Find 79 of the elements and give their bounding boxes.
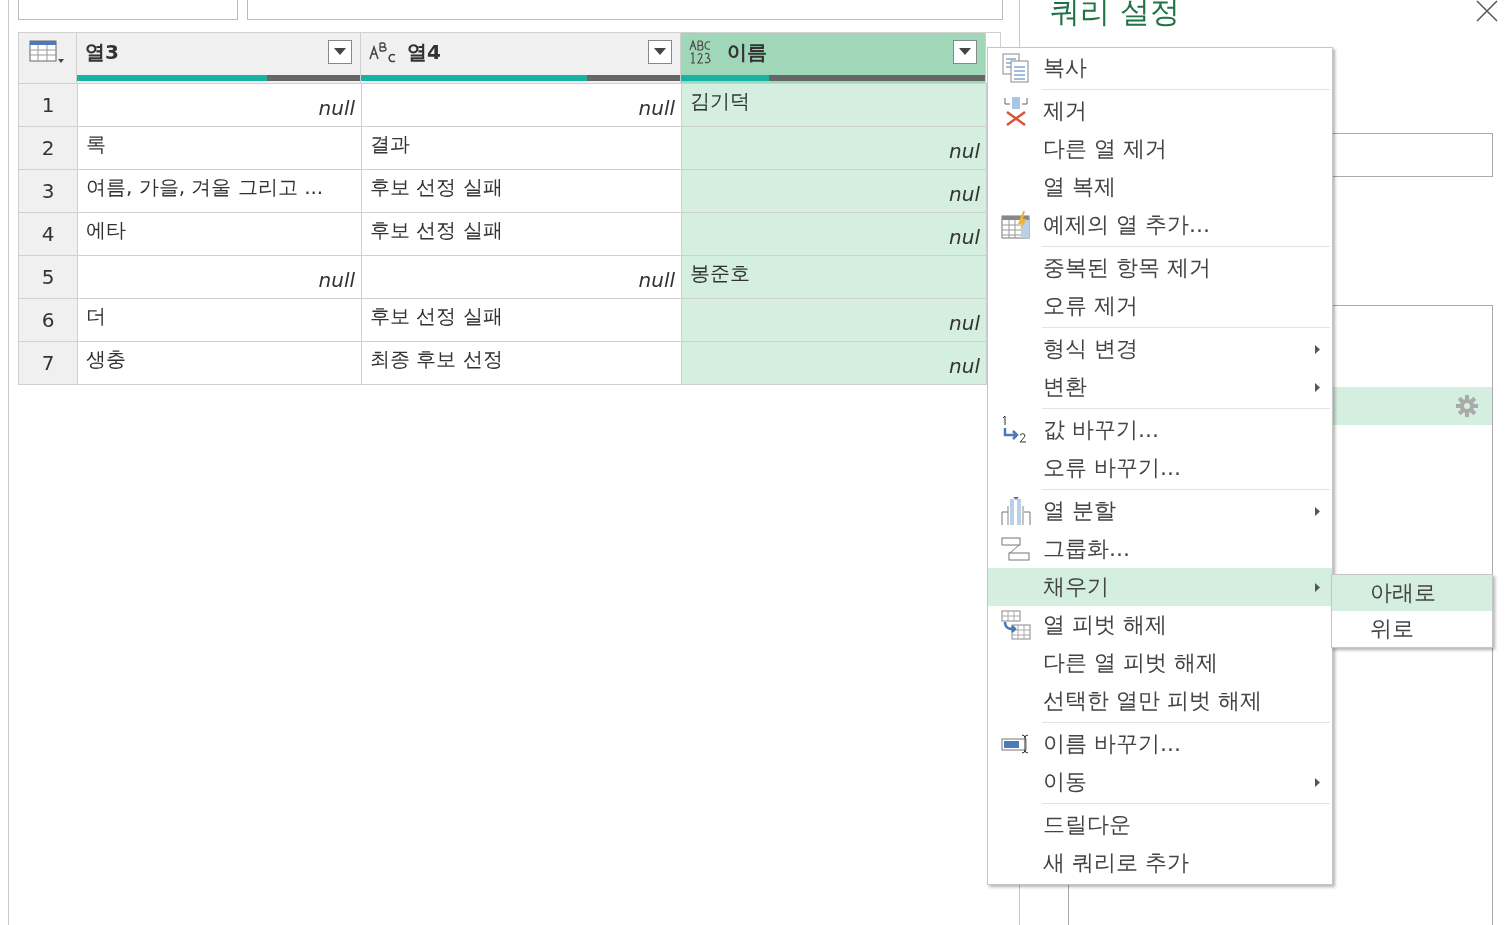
menu-item[interactable]: 열 피벗 해제: [988, 606, 1332, 644]
table-cell: null: [318, 96, 355, 120]
menu-item[interactable]: 오류 제거: [988, 287, 1332, 325]
table-cell: 후보 선정 실패: [370, 174, 503, 201]
row-number: 2: [19, 127, 78, 169]
menu-item[interactable]: 선택한 열만 피벗 해제: [988, 682, 1332, 720]
table-menu-icon[interactable]: [29, 39, 65, 65]
menu-item[interactable]: 변환: [988, 368, 1332, 406]
copy-icon: [1001, 53, 1030, 83]
menu-item[interactable]: 이름 바꾸기...: [988, 725, 1332, 763]
submenu-arrow-icon: [1315, 506, 1320, 516]
table-cell: 후보 선정 실패: [370, 303, 503, 330]
table-cell: 봉준호: [690, 260, 750, 287]
menu-item[interactable]: 예제의 열 추가...: [988, 206, 1332, 244]
group-by-icon: [1000, 536, 1031, 562]
table-lightning-icon: [1000, 210, 1031, 240]
split-column-icon: [1000, 496, 1031, 526]
table-cell: null: [318, 268, 355, 292]
table-cell: null: [638, 96, 675, 120]
menu-item[interactable]: 중복된 항목 제거: [988, 249, 1332, 287]
table-cell: 최종 후보 선정: [370, 346, 503, 373]
menu-item[interactable]: 다른 열 제거: [988, 130, 1332, 168]
table-cell: nul: [949, 182, 980, 206]
row-number: 5: [19, 256, 78, 298]
menu-item[interactable]: 열 복제: [988, 168, 1332, 206]
menu-item[interactable]: 드릴다운: [988, 806, 1332, 844]
menu-item[interactable]: 위로: [1332, 611, 1492, 647]
column-header[interactable]: 이름: [681, 33, 986, 83]
menu-item[interactable]: 열 분할: [988, 492, 1332, 530]
menu-item[interactable]: 제거: [988, 92, 1332, 130]
menu-item[interactable]: 다른 열 피벗 해제: [988, 644, 1332, 682]
column-header[interactable]: 열3: [77, 33, 361, 83]
table-cell: 생충: [86, 346, 126, 373]
filter-dropdown[interactable]: [648, 40, 672, 64]
submenu-arrow-icon: [1315, 382, 1320, 392]
table-cell: nul: [949, 311, 980, 335]
menu-item[interactable]: 복사: [988, 49, 1332, 87]
row-number: 7: [19, 342, 78, 384]
table-cell: nul: [949, 225, 980, 249]
row-number: 3: [19, 170, 78, 212]
remove-column-icon: [1001, 96, 1030, 126]
filter-dropdown[interactable]: [953, 40, 977, 64]
table-cell: 김기덕: [690, 88, 750, 115]
close-icon[interactable]: [1476, 0, 1498, 22]
filter-dropdown[interactable]: [328, 40, 352, 64]
menu-item[interactable]: 새 쿼리로 추가: [988, 844, 1332, 882]
table-cell: 더: [86, 303, 106, 330]
caret-icon: [654, 48, 666, 56]
menu-item[interactable]: 이동: [988, 763, 1332, 801]
table-cell: 록: [86, 131, 106, 158]
table-cell: 결과: [370, 131, 410, 158]
table-cell: nul: [949, 354, 980, 378]
menu-item[interactable]: 그룹화...: [988, 530, 1332, 568]
submenu-arrow-icon: [1315, 777, 1320, 787]
row-number: 1: [19, 84, 78, 126]
panel-title: 쿼리 설정: [1050, 0, 1180, 31]
caret-icon: [334, 48, 346, 56]
submenu-arrow-icon: [1315, 344, 1320, 354]
menu-item[interactable]: 오류 바꾸기...: [988, 449, 1332, 487]
column-name: 열4: [407, 38, 442, 66]
table-cell: nul: [949, 139, 980, 163]
menu-item[interactable]: 형식 변경: [988, 330, 1332, 368]
caret-icon: [959, 48, 971, 56]
row-number: 4: [19, 213, 78, 255]
text-type-icon: [369, 41, 397, 63]
table-cell: 에타: [86, 217, 126, 244]
menu-item[interactable]: 아래로: [1332, 575, 1492, 611]
column-name: 이름: [727, 38, 768, 66]
menu-item[interactable]: 값 바꾸기...: [988, 411, 1332, 449]
table-cell: 후보 선정 실패: [370, 217, 503, 244]
menu-item[interactable]: 채우기: [988, 568, 1332, 606]
row-number: 6: [19, 299, 78, 341]
submenu-arrow-icon: [1315, 582, 1320, 592]
unpivot-icon: [1000, 610, 1031, 640]
column-header[interactable]: 열4: [361, 33, 681, 83]
table-cell: null: [638, 268, 675, 292]
table-cell: 여름, 가을, 겨울 그리고 ...: [86, 174, 324, 201]
rename-icon: [1000, 733, 1031, 755]
column-name: 열3: [85, 38, 120, 66]
